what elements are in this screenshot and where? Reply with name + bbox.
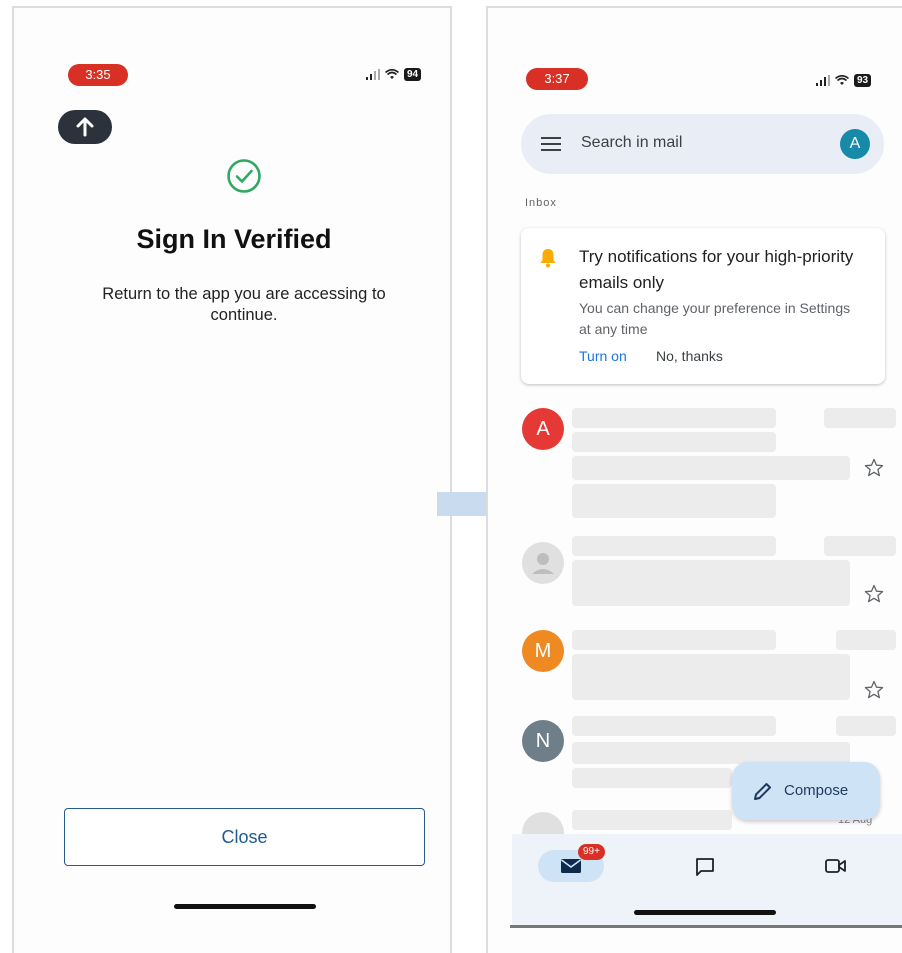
redacted-sender xyxy=(572,408,776,428)
gmail-inbox-screen: 3:37 93 Search in mail A Inbox Try notif… xyxy=(486,6,902,953)
compose-label: Compose xyxy=(784,782,849,799)
list-item[interactable]: M xyxy=(488,630,902,702)
redacted-snippet xyxy=(572,560,850,606)
status-time: 3:35 xyxy=(68,64,128,86)
menu-icon[interactable] xyxy=(541,136,561,152)
video-icon[interactable] xyxy=(824,856,848,876)
wifi-icon xyxy=(835,75,849,85)
screen-bottom-edge xyxy=(510,925,902,928)
upload-arrow-icon xyxy=(76,117,94,137)
notification-body: You can change your preference in Settin… xyxy=(579,300,851,337)
redacted-snippet xyxy=(572,456,850,480)
sign-in-verified-screen: 3:35 94 Sign In Verified Return to the a… xyxy=(12,6,452,953)
status-icons: 94 xyxy=(366,68,422,81)
close-button[interactable]: Close xyxy=(64,808,425,866)
section-label: Inbox xyxy=(525,197,557,209)
upload-button[interactable] xyxy=(58,110,112,144)
notification-promo-card: Try notifications for your high-priority… xyxy=(521,228,885,384)
page-title: Sign In Verified xyxy=(136,224,332,254)
star-icon[interactable] xyxy=(864,458,884,478)
compose-button[interactable]: Compose xyxy=(732,762,880,820)
home-indicator xyxy=(634,910,776,915)
mail-icon xyxy=(561,859,581,873)
redacted-date xyxy=(824,408,896,428)
status-time: 3:37 xyxy=(526,68,588,90)
chat-icon[interactable] xyxy=(694,856,716,878)
sender-avatar: N xyxy=(522,720,564,762)
list-item[interactable] xyxy=(488,536,902,606)
star-icon[interactable] xyxy=(864,680,884,700)
turn-on-button[interactable]: Turn on xyxy=(579,348,627,364)
signal-icon xyxy=(366,69,380,80)
verified-message: Return to the app you are accessing to c… xyxy=(102,285,386,324)
tab-mail[interactable]: 99+ xyxy=(538,844,605,882)
sender-avatar xyxy=(522,812,564,834)
sender-avatar: A xyxy=(522,408,564,450)
redacted-sender xyxy=(572,630,776,650)
redacted-sender xyxy=(572,810,732,830)
redacted-sender xyxy=(572,536,776,556)
status-icons: 93 xyxy=(816,74,872,87)
redacted-snippet xyxy=(572,654,850,700)
check-circle-icon xyxy=(227,159,261,193)
person-icon xyxy=(532,553,554,574)
redacted-subject xyxy=(572,742,850,764)
pencil-icon xyxy=(754,783,771,800)
search-input[interactable]: Search in mail xyxy=(581,134,682,152)
star-icon[interactable] xyxy=(864,584,884,604)
home-indicator xyxy=(174,904,316,909)
redacted-sender xyxy=(572,716,776,736)
battery-level: 93 xyxy=(854,74,872,87)
bell-icon xyxy=(540,249,556,268)
sender-avatar: M xyxy=(522,630,564,672)
notification-title: Try notifications for your high-priority… xyxy=(579,247,854,292)
redacted-date xyxy=(836,716,896,736)
no-thanks-button[interactable]: No, thanks xyxy=(656,348,723,364)
list-item[interactable]: A xyxy=(488,404,902,519)
unread-badge: 99+ xyxy=(578,844,605,860)
wifi-icon xyxy=(385,69,399,79)
redacted-date xyxy=(836,630,896,650)
search-bar[interactable]: Search in mail A xyxy=(521,114,884,174)
signal-icon xyxy=(816,75,830,86)
sender-avatar xyxy=(522,542,564,584)
redacted-date xyxy=(824,536,896,556)
battery-level: 94 xyxy=(404,68,422,81)
redacted-subject xyxy=(572,432,776,452)
redacted-snippet xyxy=(572,768,732,788)
redacted-snippet xyxy=(572,484,776,518)
account-avatar[interactable]: A xyxy=(840,129,870,159)
